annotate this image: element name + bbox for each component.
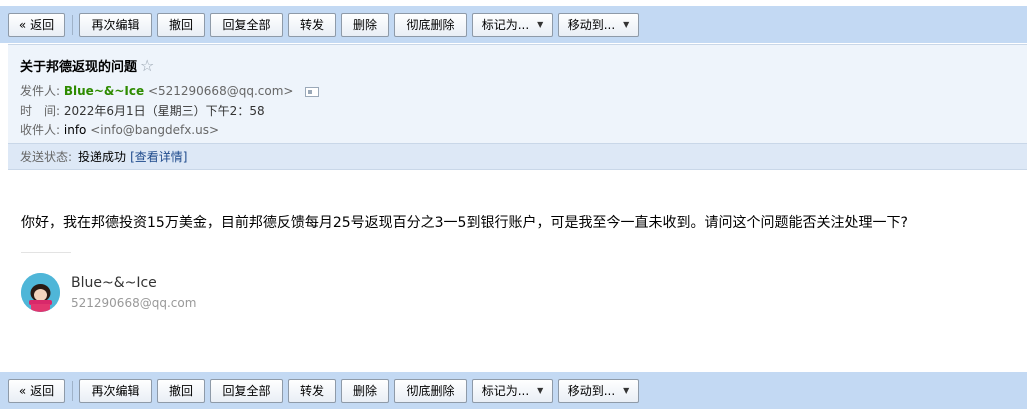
- recall-button[interactable]: 撤回: [157, 12, 205, 37]
- sender-address: <521290668@qq.com>: [147, 84, 294, 98]
- mark-as-dropdown[interactable]: 标记为... ▼: [472, 12, 553, 37]
- mark-as-label: 标记为...: [481, 384, 530, 398]
- edit-again-button[interactable]: 再次编辑: [79, 12, 152, 37]
- mark-as-dropdown[interactable]: 标记为... ▼: [472, 378, 553, 403]
- chevron-down-icon: ▼: [623, 386, 630, 395]
- delivery-status-bar: 发送状态: 投递成功 [查看详情]: [8, 143, 1027, 170]
- contact-card-icon[interactable]: [305, 86, 320, 97]
- recipient-row: 收件人: info <info@bangdefx.us>: [20, 121, 219, 138]
- time-row: 时 间: 2022年6月1日（星期三）下午2：58: [20, 102, 265, 119]
- status-label: 发送状态:: [20, 150, 73, 164]
- move-to-label: 移动到...: [567, 384, 616, 398]
- subject-text: 关于邦德返现的问题: [20, 60, 138, 75]
- avatar-image: [21, 273, 60, 312]
- view-details-link[interactable]: [查看详情]: [130, 148, 187, 165]
- reply-all-button[interactable]: 回复全部: [210, 378, 283, 403]
- delete-permanently-button[interactable]: 彻底删除: [394, 12, 467, 37]
- mail-subject: 关于邦德返现的问题 ☆: [20, 56, 154, 75]
- delete-permanently-button[interactable]: 彻底删除: [394, 378, 467, 403]
- signature-divider: [21, 252, 71, 253]
- bottom-toolbar: « 返回 再次编辑 撤回 回复全部 转发 删除 彻底删除 标记为... ▼ 移动…: [0, 372, 1027, 409]
- delete-button[interactable]: 删除: [341, 378, 389, 403]
- move-to-dropdown[interactable]: 移动到... ▼: [558, 12, 639, 37]
- status-value: 投递成功: [78, 150, 127, 164]
- signature-email: 521290668@qq.com: [71, 296, 197, 310]
- forward-button[interactable]: 转发: [288, 378, 336, 403]
- back-button[interactable]: « 返回: [8, 378, 65, 403]
- sender-name[interactable]: Blue~&~Ice: [64, 84, 144, 98]
- recall-button[interactable]: 撤回: [157, 378, 205, 403]
- mail-header: 关于邦德返现的问题 ☆ 发件人: Blue~&~Ice <521290668@qq…: [8, 44, 1027, 143]
- move-to-label: 移动到...: [567, 18, 616, 32]
- recipient-address: <info@bangdefx.us>: [90, 123, 220, 137]
- star-icon[interactable]: ☆: [140, 56, 154, 75]
- chevron-down-icon: ▼: [537, 20, 544, 29]
- forward-button[interactable]: 转发: [288, 12, 336, 37]
- to-label: 收件人:: [20, 123, 61, 137]
- signature-name: Blue~&~Ice: [71, 275, 157, 291]
- toolbar-divider: [72, 14, 73, 35]
- avatar: [21, 273, 60, 312]
- chevron-down-icon: ▼: [623, 20, 630, 29]
- time-label: 时 间:: [20, 104, 61, 118]
- mark-as-label: 标记为...: [481, 18, 530, 32]
- move-to-dropdown[interactable]: 移动到... ▼: [558, 378, 639, 403]
- delete-button[interactable]: 删除: [341, 12, 389, 37]
- recipient-name[interactable]: info: [64, 123, 87, 137]
- edit-again-button[interactable]: 再次编辑: [79, 378, 152, 403]
- toolbar-divider: [72, 380, 73, 401]
- back-button[interactable]: « 返回: [8, 12, 65, 37]
- time-value: 2022年6月1日（星期三）下午2：58: [63, 104, 265, 118]
- top-toolbar: « 返回 再次编辑 撤回 回复全部 转发 删除 彻底删除 标记为... ▼ 移动…: [0, 6, 1027, 43]
- sender-row: 发件人: Blue~&~Ice <521290668@qq.com>: [20, 82, 320, 99]
- from-label: 发件人:: [20, 84, 61, 98]
- chevron-down-icon: ▼: [537, 386, 544, 395]
- reply-all-button[interactable]: 回复全部: [210, 12, 283, 37]
- mail-body: 你好，我在邦德投资15万美金，目前邦德反馈每月25号返现百分之3一5到银行账户，…: [21, 215, 908, 231]
